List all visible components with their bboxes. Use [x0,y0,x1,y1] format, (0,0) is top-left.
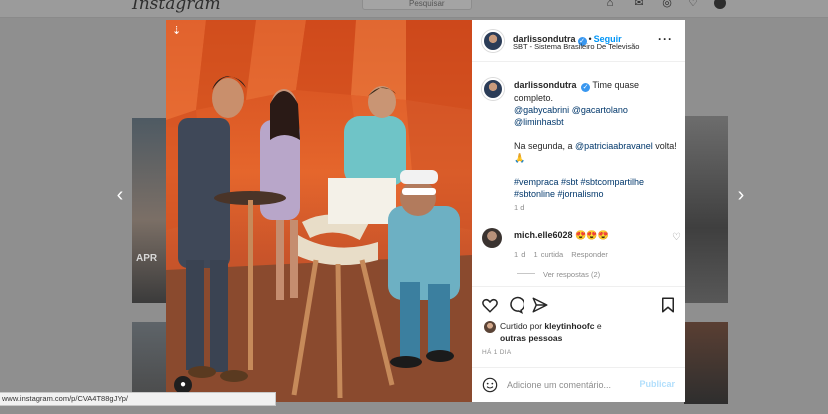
comment-body: 😍😍😍 [575,230,609,240]
more-options-icon[interactable]: ··· [658,32,673,46]
caption-line2-pre: Na segunda, a [514,141,576,151]
top-navbar: Instagram Pesquisar ⌂ ✉ ◎ ♡ [0,0,828,18]
view-replies-button[interactable]: Ver respostas (2) [517,270,600,279]
save-bookmark-icon[interactable] [659,296,677,314]
post-location[interactable]: SBT - Sistema Brasileiro De Televisão [513,42,639,51]
comment-time[interactable]: 1 d [514,250,525,259]
liker-username[interactable]: kleytinhoofc [544,321,594,331]
commenter-avatar[interactable] [482,228,502,248]
like-heart-icon[interactable] [481,296,499,314]
mention-link[interactable]: @patriciaabravanel [575,141,653,151]
comment-input[interactable] [507,376,637,394]
post-sidebar: darlissondutra ✓ • Seguir SBT - Sistema Bra… [472,20,685,402]
background-post-tile[interactable] [684,322,728,404]
tile-label: APR [136,253,158,264]
mention-link[interactable]: @gacartolano [572,105,628,115]
hashtags[interactable]: #vempraca #sbt #sbtcompartilhe #sbtonlin… [514,177,644,199]
instagram-logo[interactable]: Instagram [132,0,221,14]
reply-button[interactable]: Responder [571,250,608,259]
messenger-icon[interactable]: ✉ [632,0,646,9]
commenter-username[interactable]: mich.elle6028 [514,230,573,240]
caption-timestamp[interactable]: 1 d [514,203,524,212]
caption-username[interactable]: darlissondutra [514,80,577,90]
verified-badge-icon: ✓ [581,83,591,92]
post-photo-image [166,20,472,402]
post-header: darlissondutra ✓ • Seguir SBT - Sistema Bra… [472,20,685,62]
heart-icon[interactable]: ♡ [686,0,700,9]
home-icon[interactable]: ⌂ [603,0,617,9]
liked-by-prefix: Curtido por [500,321,545,331]
status-bar-url: www.instagram.com/p/CVA4T88gJYp/ [0,392,276,406]
comment-item: mich.elle6028 😍😍😍 1 d1 curtida Responder … [482,228,682,288]
previous-post-arrow[interactable]: ‹ [112,184,128,207]
post-photo[interactable]: ⇣ ● [166,20,472,402]
comment-likes[interactable]: 1 curtida [533,250,563,259]
caption-author-avatar[interactable] [482,78,504,100]
mention-link[interactable]: @gabycabrini [514,105,569,115]
mention-link[interactable]: @liminhasbt [514,117,564,127]
profile-avatar[interactable] [714,0,726,9]
search-input[interactable]: Pesquisar [362,0,472,10]
comment-meta: 1 d 1 curtida Responder [514,250,616,259]
liked-by-mid: e [594,321,602,331]
publish-button[interactable]: Publicar [639,379,675,389]
liker-avatar[interactable] [484,321,496,333]
author-avatar[interactable] [482,30,504,52]
post-timestamp[interactable]: HÁ 1 DIA [482,349,512,356]
other-likers-link[interactable]: outras pessoas [500,333,562,343]
download-arrow-icon[interactable]: ⇣ [172,24,181,37]
background-post-tile[interactable] [684,116,728,303]
post-actions [472,286,685,316]
comment-text: mich.elle6028 😍😍😍 [514,230,609,241]
like-comment-heart-icon[interactable]: ♡ [672,232,681,243]
background-post-tile[interactable]: APR [132,118,166,303]
next-post-arrow[interactable]: › [733,184,749,207]
caption-text: darlissondutra ✓ Time quase completo. @g… [514,79,679,200]
comment-bubble-icon[interactable] [506,296,524,314]
add-comment-bar: Publicar [472,367,685,402]
share-paper-plane-icon[interactable] [531,296,549,314]
explore-icon[interactable]: ◎ [660,0,674,9]
emoji-icon[interactable] [482,377,498,393]
liked-by: Curtido por kleytinhoofc e outras pessoa… [482,319,682,345]
liked-by-text: Curtido por kleytinhoofc e outras pessoa… [500,320,602,344]
